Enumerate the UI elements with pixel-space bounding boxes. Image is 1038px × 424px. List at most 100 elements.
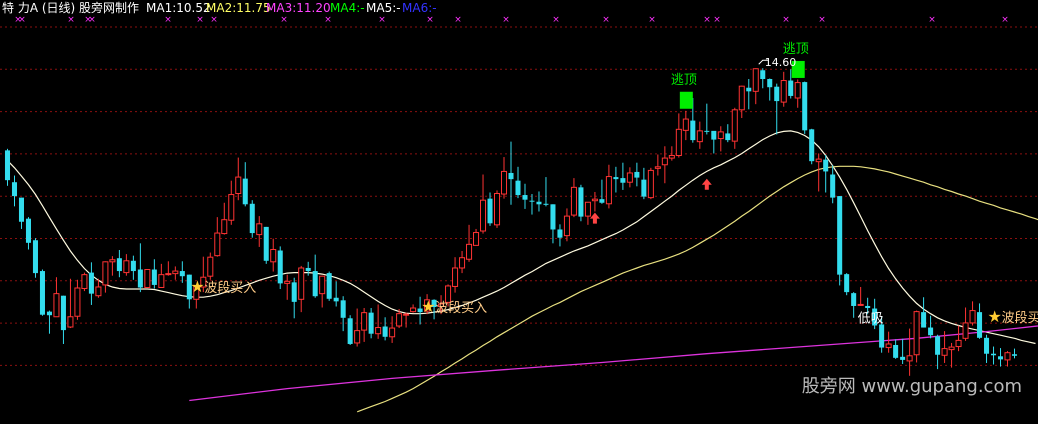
candle-body-down <box>382 326 388 337</box>
top-x-marker: × <box>502 15 510 25</box>
candle-body-down <box>60 295 66 331</box>
candle-body-up <box>298 267 305 300</box>
candle-body-up <box>584 201 591 217</box>
candle-body-down <box>515 180 521 196</box>
candle-body-up <box>955 339 962 348</box>
candle-body-up <box>962 322 969 339</box>
top-x-marker: × <box>454 15 462 25</box>
ma1-label: MA1:10.52 <box>146 1 211 15</box>
top-x-marker: × <box>67 15 75 25</box>
candle-body-up <box>221 219 228 235</box>
candle-body-up <box>815 158 822 163</box>
candle-body-up <box>81 274 88 290</box>
candle-body-up <box>67 316 74 328</box>
ma2-line <box>356 165 1038 413</box>
candle-body-up <box>661 157 668 166</box>
moving-average-lines <box>7 130 1038 413</box>
candle-body-up <box>74 287 81 317</box>
candle-body-up <box>696 130 703 143</box>
candle-body-up <box>144 269 151 288</box>
candle-body-up <box>500 170 508 195</box>
candle-body-down <box>837 196 843 275</box>
candle-body-down <box>263 226 269 261</box>
candle-body-up <box>591 198 598 202</box>
buy-star-icon: ★ <box>988 307 1002 326</box>
candle-body-up <box>466 243 473 260</box>
candle-body-down <box>333 297 339 302</box>
candle-body-up <box>53 293 60 318</box>
candle-body-down <box>830 174 836 198</box>
candle-body-up <box>647 169 654 199</box>
top-x-markers: ×× × ×× × × × × × × × × × × × × × × × × × × <box>14 15 1009 25</box>
watermark: 股旁网 www.gupang.com <box>802 376 1022 397</box>
candle-body-down <box>179 271 185 277</box>
ma2-label: MA2:11.75 <box>206 1 271 15</box>
candle-body-down <box>340 300 346 318</box>
candle-body-up <box>668 155 675 159</box>
candle-body-down <box>508 172 514 180</box>
candle-body-up <box>738 85 745 111</box>
candle-body-up <box>375 327 382 335</box>
candle-body-down <box>935 336 941 355</box>
candle-body-down <box>277 250 283 284</box>
candle-body-down <box>774 86 780 102</box>
candle-body-up <box>731 109 738 142</box>
candlestick-chart: ★波段买入★波段买入★波段买入逃顶逃顶低吸14.60 ×××××××××××××… <box>0 0 1038 413</box>
ma3-label: MA3:11.20 <box>266 1 331 15</box>
candle-body-up <box>682 118 689 131</box>
candle-body-down <box>690 120 696 141</box>
escape-top-block <box>679 91 693 109</box>
candle-body-up <box>158 274 165 288</box>
candle-body-down <box>844 274 850 293</box>
candle-body-up <box>794 82 801 99</box>
top-x-marker: × <box>426 15 434 25</box>
candle-body-up <box>165 273 172 276</box>
candle-body-down <box>928 327 934 336</box>
top-x-marker: × <box>703 15 711 25</box>
candle-body-up <box>123 260 130 274</box>
escape-top-label: 逃顶 <box>783 42 809 57</box>
candle-body-down <box>823 159 829 172</box>
candle-body-down <box>116 258 122 272</box>
candle-body-up <box>228 194 235 221</box>
candle-body-down <box>620 178 626 183</box>
candle-body-down <box>312 271 318 297</box>
candle-body-up <box>235 176 242 195</box>
candle-body-up <box>214 232 221 257</box>
candles <box>4 68 1018 376</box>
candle-body-up <box>319 275 326 295</box>
top-x-marker: × <box>552 15 560 25</box>
candle-body-up <box>570 186 577 216</box>
candle-body-down <box>242 178 248 205</box>
candle-body-down <box>725 133 731 141</box>
candle-body-up <box>941 348 948 356</box>
candle-body-up <box>256 223 263 236</box>
top-x-marker: × <box>18 15 26 25</box>
candle-body-down <box>151 269 157 285</box>
candle-body-down <box>997 356 1004 360</box>
escape-top-label: 逃顶 <box>671 73 697 88</box>
candle-body-up <box>906 355 913 362</box>
top-x-marker: × <box>324 15 332 25</box>
candle-body-up <box>563 215 570 237</box>
candle-body-down <box>368 312 374 334</box>
candle-body-down <box>522 195 528 200</box>
candle-body-up <box>969 310 976 324</box>
candle-body-up <box>493 193 501 226</box>
candle-body-down <box>767 79 773 88</box>
candle-body-down <box>760 70 766 79</box>
candle-body-down <box>991 353 997 356</box>
candle-body-up <box>389 327 396 338</box>
candle-body-down <box>347 318 353 344</box>
top-x-marker: × <box>164 15 172 25</box>
candle-body-up <box>109 259 116 263</box>
peak-price-label: 14.60 <box>765 56 797 69</box>
ma4-label: MA4:- <box>330 1 365 15</box>
candle-body-down <box>1011 354 1018 356</box>
candle-body-down <box>634 171 640 178</box>
candle-body-up <box>403 313 410 316</box>
candle-body-down <box>578 187 584 217</box>
candle-body-down <box>536 201 542 205</box>
candle-body-up <box>396 313 403 327</box>
candle-body-up <box>207 256 214 277</box>
